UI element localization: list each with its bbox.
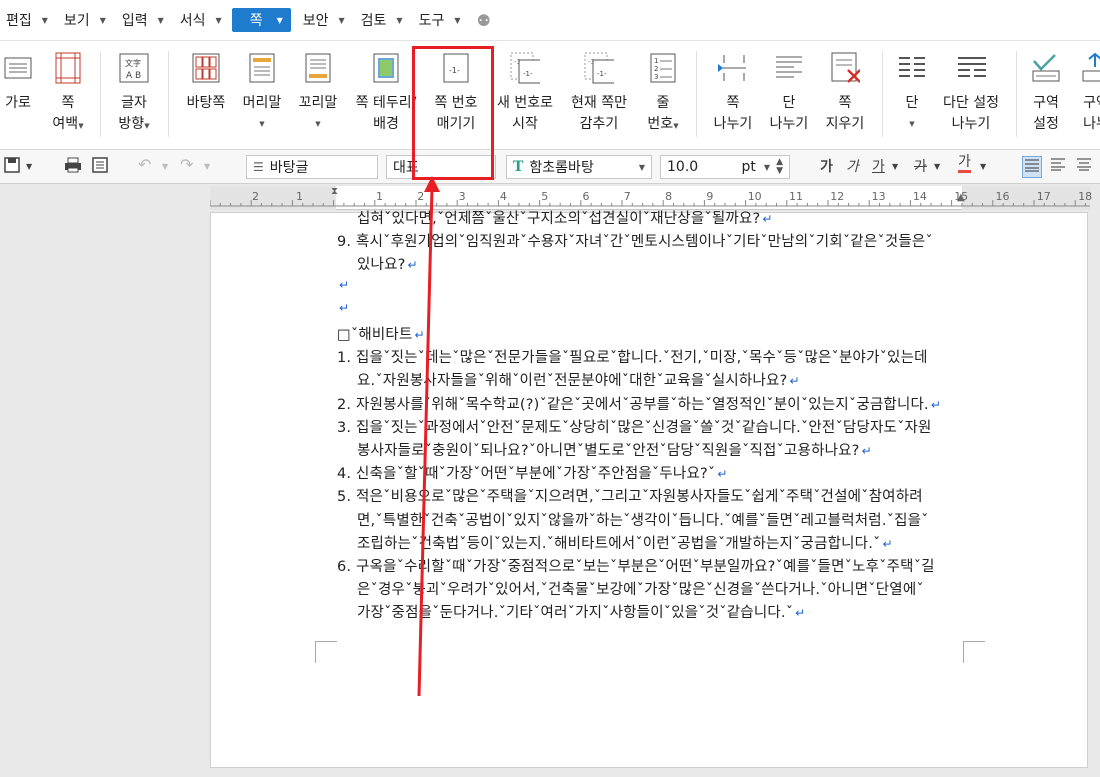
hwp-window: 편집 ▼ 보기 ▼ 입력 ▼ 서식 ▼ 쪽 ▼ 보안 ▼ 검토 ▼ 도구 ▼ ⚉ 가로 쪽 여백… (0, 0, 1100, 777)
arrow-annotation (417, 176, 440, 697)
